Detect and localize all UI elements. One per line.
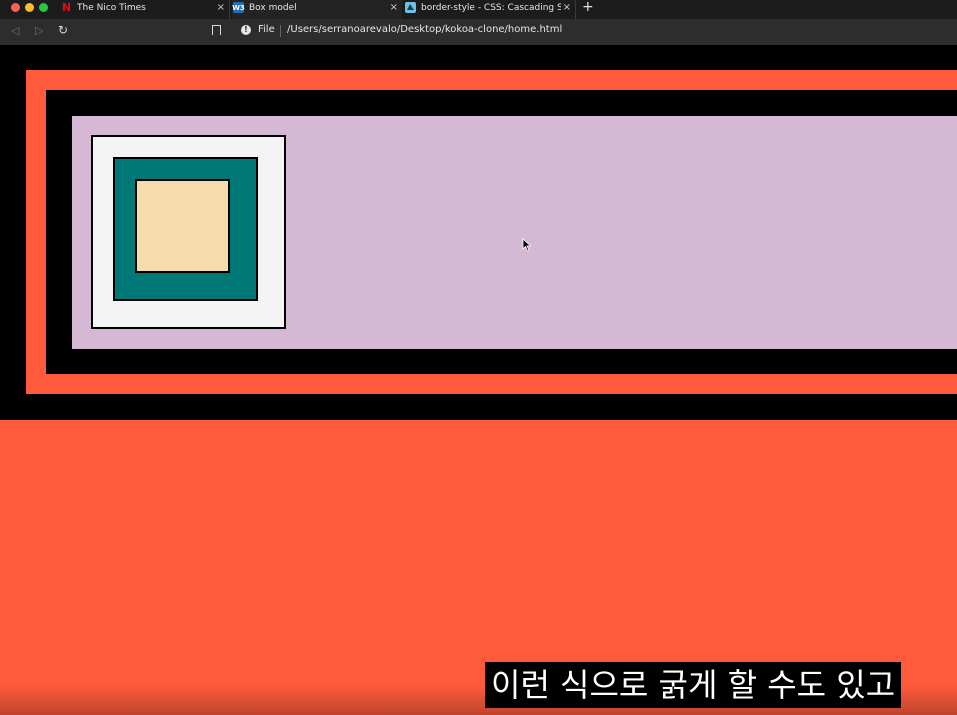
address-bar[interactable]: /Users/serranoarevalo/Desktop/kokoa-clon…	[287, 24, 562, 35]
forward-icon[interactable]: ▷	[35, 24, 43, 37]
minimize-window-button[interactable]	[25, 3, 34, 12]
close-tab-icon[interactable]: ×	[390, 0, 398, 16]
browser-toolbar: ◁ ▷ ↻ ! File /Users/serranoarevalo/Deskt…	[0, 19, 957, 45]
tab-bar: N The Nico Times × W3 Box model × border…	[0, 0, 957, 19]
close-tab-icon[interactable]: ×	[563, 0, 571, 16]
netflix-icon: N	[61, 0, 72, 14]
mdn-icon	[405, 2, 416, 13]
mouse-cursor-icon	[522, 238, 532, 252]
page-viewport	[0, 45, 957, 715]
url-scheme: File	[258, 24, 275, 35]
reload-icon[interactable]: ↻	[58, 23, 68, 37]
tab-title: Box model	[249, 3, 297, 13]
subtitle-caption: 이런 식으로 굵게 할 수도 있고	[485, 662, 902, 708]
info-icon[interactable]: !	[241, 25, 251, 35]
tab-title: border-style - CSS: Cascading S	[421, 3, 561, 13]
close-window-button[interactable]	[11, 3, 20, 12]
div-wheat-box	[135, 179, 230, 273]
tab-box-model[interactable]: W3 Box model ×	[232, 0, 402, 19]
tab-title: The Nico Times	[77, 3, 146, 13]
w3schools-icon: W3	[232, 2, 245, 13]
tab-border-style[interactable]: border-style - CSS: Cascading S ×	[404, 0, 576, 19]
back-icon[interactable]: ◁	[11, 24, 19, 37]
tab-nico-times[interactable]: N The Nico Times ×	[60, 0, 230, 19]
url-divider	[280, 25, 281, 37]
bookmark-icon[interactable]	[212, 25, 221, 38]
maximize-window-button[interactable]	[39, 3, 48, 12]
close-tab-icon[interactable]: ×	[217, 0, 225, 16]
new-tab-button[interactable]: +	[582, 0, 594, 15]
